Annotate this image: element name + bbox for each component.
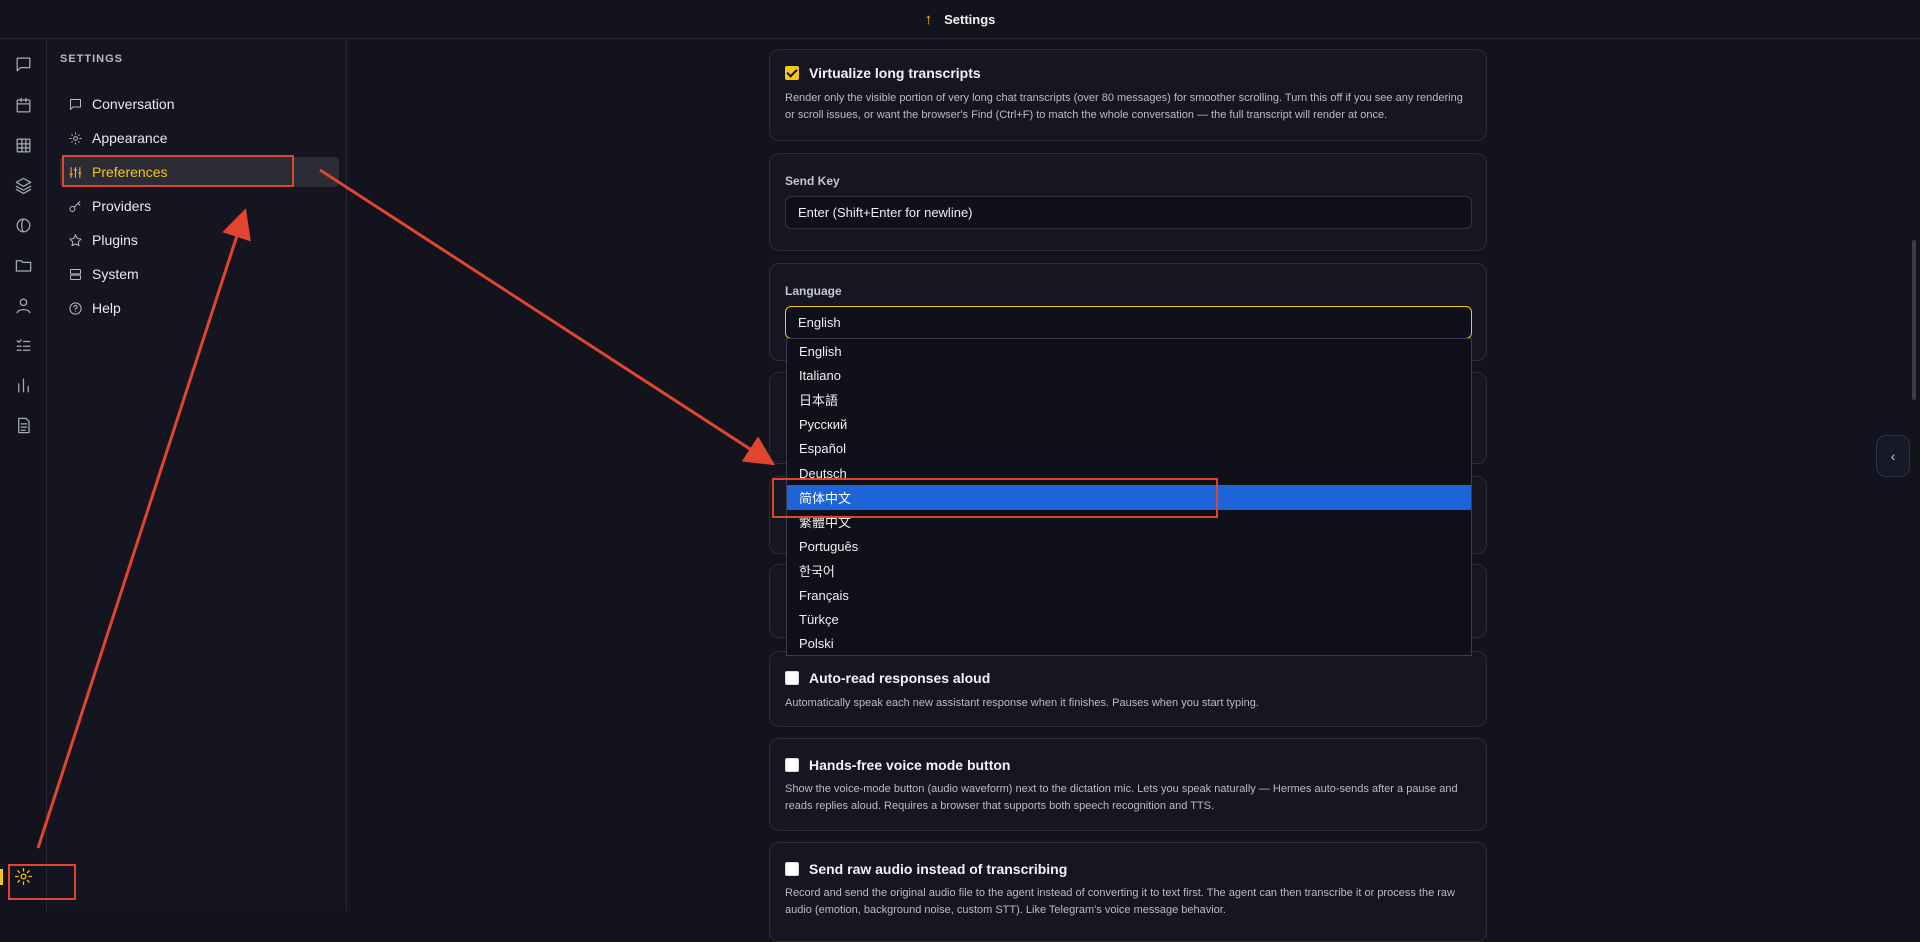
help-icon — [69, 301, 82, 315]
grid-icon[interactable] — [12, 134, 34, 156]
language-option[interactable]: Polski — [787, 632, 1471, 656]
server-icon — [70, 268, 81, 280]
setting-auto-read: Auto-read responses aloud Automatically … — [769, 651, 1487, 727]
setting-title: Send raw audio instead of transcribing — [809, 861, 1068, 877]
send-key-select[interactable]: Enter (Shift+Enter for newline) — [785, 196, 1472, 229]
collapse-panel-button[interactable]: ‹ — [1876, 435, 1910, 477]
setting-description: Automatically speak each new assistant r… — [785, 697, 1259, 709]
sidebar-item-system[interactable]: System — [60, 259, 339, 289]
icon-rail — [0, 39, 47, 911]
sidebar-item-preferences[interactable]: Preferences — [60, 157, 339, 187]
top-bar: ↑ Settings — [0, 0, 1920, 39]
gear-icon[interactable] — [12, 865, 34, 887]
sidebar-item-label: System — [92, 266, 139, 282]
language-option[interactable]: 한국어 — [787, 559, 1471, 583]
setting-send-key: Send Key Enter (Shift+Enter for newline) — [769, 153, 1487, 251]
setting-description: Record and send the original audio file … — [785, 887, 1455, 916]
setting-title: Virtualize long transcripts — [809, 65, 981, 81]
language-option[interactable]: English — [787, 339, 1471, 363]
folder-icon[interactable] — [12, 254, 34, 276]
language-option-highlighted[interactable]: 简体中文 — [787, 485, 1471, 510]
sidebar-item-appearance[interactable]: Appearance — [60, 123, 339, 153]
language-option[interactable]: Français — [787, 583, 1471, 607]
sidebar-item-help[interactable]: Help — [60, 293, 339, 323]
virtualize-checkbox[interactable] — [785, 66, 799, 80]
setting-description: Render only the visible portion of very … — [785, 92, 1463, 121]
star-icon — [69, 233, 82, 246]
sidebar-item-conversation[interactable]: Conversation — [60, 89, 339, 119]
setting-virtualize: Virtualize long transcripts Render only … — [769, 49, 1487, 141]
language-option[interactable]: Русский — [787, 412, 1471, 436]
language-option[interactable]: Italiano — [787, 363, 1471, 387]
setting-description: Show the voice-mode button (audio wavefo… — [785, 783, 1458, 812]
sidebar-item-label: Providers — [92, 198, 152, 214]
active-indicator — [0, 869, 3, 885]
sidebar-item-providers[interactable]: Providers — [60, 191, 339, 221]
sidebar-item-label: Plugins — [92, 232, 138, 248]
document-icon[interactable] — [12, 414, 34, 436]
scrollbar[interactable] — [1912, 240, 1916, 400]
setting-title: Auto-read responses aloud — [809, 670, 991, 686]
calendar-icon[interactable] — [12, 94, 34, 116]
settings-sidebar: SETTINGS Conversation Appearance Prefere… — [48, 39, 347, 911]
sidebar-item-plugins[interactable]: Plugins — [60, 225, 339, 255]
language-dropdown: English Italiano 日本語 Русский Español Deu… — [786, 338, 1472, 656]
language-option[interactable]: 繁體中文 — [787, 510, 1471, 534]
setting-hands-free: Hands-free voice mode button Show the vo… — [769, 738, 1487, 831]
chat-icon — [70, 98, 81, 110]
sidebar-item-label: Appearance — [92, 130, 168, 146]
chat-icon[interactable] — [12, 53, 34, 75]
language-option[interactable]: 日本語 — [787, 388, 1471, 412]
raw-audio-checkbox[interactable] — [785, 862, 799, 876]
language-option[interactable]: Deutsch — [787, 461, 1471, 485]
page-title: Settings — [944, 11, 996, 27]
language-option[interactable]: Español — [787, 437, 1471, 461]
layers-icon[interactable] — [12, 174, 34, 196]
sidebar-item-label: Conversation — [92, 96, 175, 112]
language-label: Language — [785, 284, 842, 298]
sidebar-item-label: Preferences — [92, 164, 168, 180]
bar-chart-icon[interactable] — [12, 374, 34, 396]
arrow-up-icon: ↑ — [924, 10, 933, 28]
language-select[interactable]: English — [785, 306, 1472, 339]
sidebar-heading: SETTINGS — [60, 53, 124, 65]
sliders-icon — [69, 166, 82, 178]
setting-title: Hands-free voice mode button — [809, 757, 1011, 773]
setting-raw-audio: Send raw audio instead of transcribing R… — [769, 842, 1487, 942]
send-key-label: Send Key — [785, 174, 840, 188]
language-option[interactable]: Türkçe — [787, 607, 1471, 631]
checklist-icon[interactable] — [12, 334, 34, 356]
globe-icon[interactable] — [12, 214, 34, 236]
key-icon — [69, 200, 81, 212]
hands-free-checkbox[interactable] — [785, 758, 799, 772]
sun-icon — [69, 131, 82, 145]
language-option[interactable]: Português — [787, 534, 1471, 558]
user-icon[interactable] — [12, 294, 34, 316]
auto-read-checkbox[interactable] — [785, 671, 799, 685]
sidebar-item-label: Help — [92, 300, 121, 316]
chevron-left-icon: ‹ — [1890, 448, 1896, 464]
